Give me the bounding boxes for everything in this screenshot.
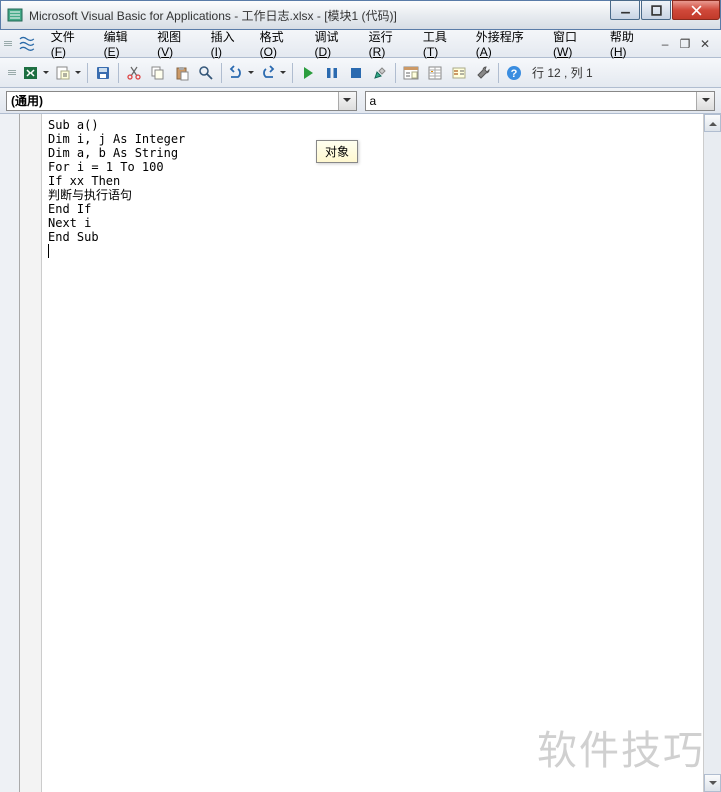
object-combo-value: (通用) (11, 92, 43, 109)
chevron-down-icon[interactable] (696, 92, 714, 110)
menu-help[interactable]: 帮助(H) (603, 24, 657, 63)
scroll-track[interactable] (704, 132, 721, 774)
menu-file[interactable]: 文件(F) (44, 24, 97, 63)
code-editor-container: Sub a() Dim i, j As Integer Dim a, b As … (0, 114, 721, 792)
close-button[interactable] (672, 0, 720, 20)
window-title: Microsoft Visual Basic for Applications … (29, 7, 610, 24)
app-icon (7, 7, 23, 23)
properties-button[interactable] (423, 61, 447, 85)
project-explorer-button[interactable] (399, 61, 423, 85)
menu-addins[interactable]: 外接程序(A) (469, 24, 546, 63)
window-controls (610, 0, 720, 22)
copy-button[interactable] (146, 61, 170, 85)
break-button[interactable] (320, 61, 344, 85)
scroll-down-button[interactable] (704, 774, 721, 792)
mdi-restore-button[interactable]: ❐ (677, 37, 693, 51)
left-panel-collapsed[interactable] (0, 114, 20, 792)
tooltip: 对象 (316, 140, 358, 163)
menu-format[interactable]: 格式(O) (253, 24, 308, 63)
menu-view[interactable]: 视图(V) (150, 24, 204, 63)
object-browser-button[interactable] (447, 61, 471, 85)
vba-logo-icon (18, 35, 36, 53)
menu-edit[interactable]: 编辑(E) (97, 24, 151, 63)
run-button[interactable] (296, 61, 320, 85)
vertical-scrollbar[interactable] (703, 114, 721, 792)
scroll-up-button[interactable] (704, 114, 721, 132)
menu-bar: 文件(F) 编辑(E) 视图(V) 插入(I) 格式(O) 调试(D) 运行(R… (0, 30, 721, 58)
text-cursor (48, 244, 49, 258)
mdi-controls: – ❐ ✕ (657, 37, 721, 51)
reset-button[interactable] (344, 61, 368, 85)
menu-debug[interactable]: 调试(D) (307, 24, 361, 63)
menu-insert[interactable]: 插入(I) (204, 24, 253, 63)
maximize-button[interactable] (641, 0, 671, 20)
menubar-grip[interactable] (4, 34, 12, 54)
toolbox-button[interactable] (471, 61, 495, 85)
save-button[interactable] (91, 61, 115, 85)
view-excel-button[interactable] (20, 61, 52, 85)
svg-text:?: ? (511, 68, 518, 80)
procedure-combo-value: a (370, 94, 377, 108)
menu-tools[interactable]: 工具(T) (416, 24, 469, 63)
menu-window[interactable]: 窗口(W) (546, 24, 603, 63)
procedure-combobox[interactable]: a (365, 91, 716, 111)
help-button[interactable]: ? (502, 61, 526, 85)
mdi-minimize-button[interactable]: – (657, 37, 673, 51)
paste-button[interactable] (170, 61, 194, 85)
toolbar-grip[interactable] (8, 63, 16, 83)
code-content[interactable]: Sub a() Dim i, j As Integer Dim a, b As … (48, 118, 185, 244)
code-margin (20, 114, 42, 792)
undo-button[interactable] (225, 61, 257, 85)
minimize-button[interactable] (610, 0, 640, 20)
design-mode-button[interactable] (368, 61, 392, 85)
code-editor[interactable]: Sub a() Dim i, j As Integer Dim a, b As … (20, 114, 703, 792)
insert-module-button[interactable] (52, 61, 84, 85)
object-procedure-row: (通用) a (0, 88, 721, 114)
chevron-down-icon[interactable] (338, 92, 356, 110)
mdi-close-button[interactable]: ✕ (697, 37, 713, 51)
find-button[interactable] (194, 61, 218, 85)
cursor-position-label: 行 12 , 列 1 (526, 64, 593, 81)
redo-button[interactable] (257, 61, 289, 85)
object-combobox[interactable]: (通用) (6, 91, 357, 111)
cut-button[interactable] (122, 61, 146, 85)
menu-run[interactable]: 运行(R) (362, 24, 416, 63)
